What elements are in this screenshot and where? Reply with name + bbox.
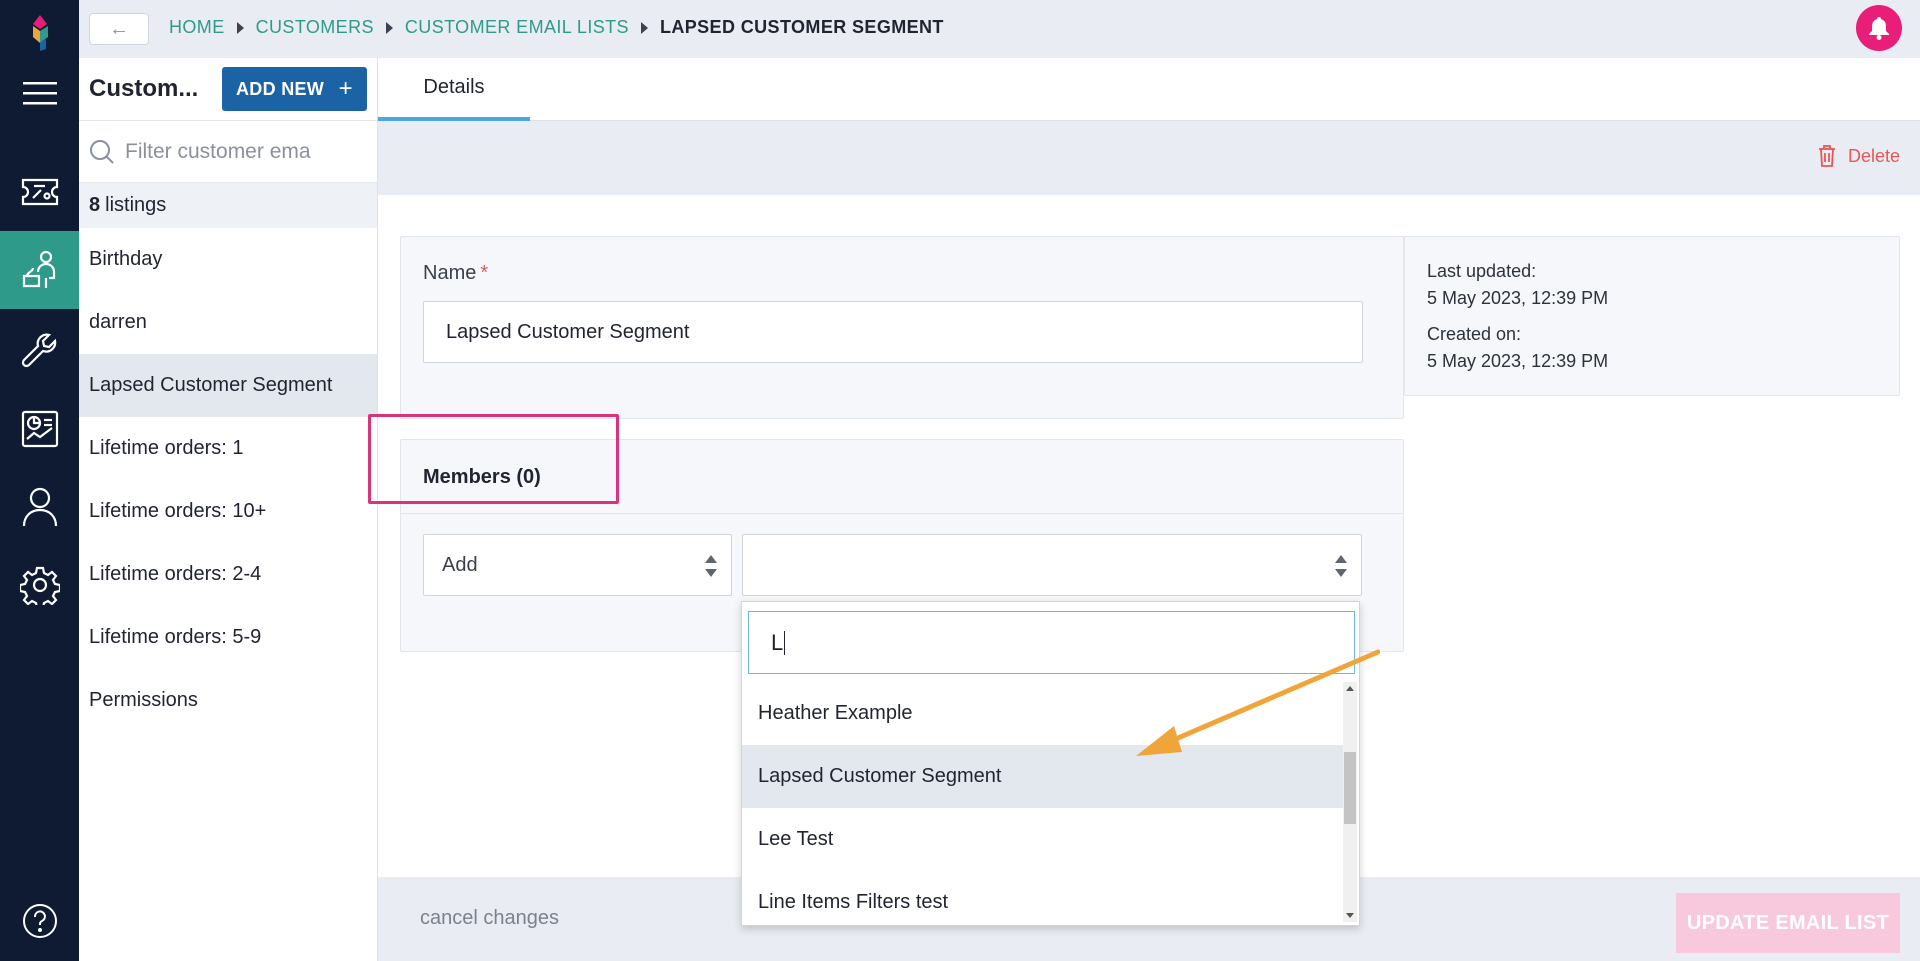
created-value: 5 May 2023, 12:39 PM <box>1427 351 1609 371</box>
breadcrumb-current: LAPSED CUSTOMER SEGMENT <box>659 17 944 37</box>
delete-button[interactable]: Delete <box>1818 145 1900 167</box>
listing-count-number: 8 <box>89 194 101 216</box>
bell-icon <box>1869 17 1889 40</box>
customers-icon[interactable] <box>0 231 79 309</box>
settings-icon[interactable] <box>0 546 79 624</box>
plus-icon: + <box>338 75 353 102</box>
ticket-icon[interactable] <box>0 153 79 231</box>
list-item[interactable]: darren <box>79 291 377 354</box>
add-new-label: ADD NEW <box>236 78 325 99</box>
list-item[interactable]: Birthday <box>79 228 377 291</box>
tab-details[interactable]: Details <box>378 58 530 121</box>
list-pane: Custom... ADD NEW + 8 listings Birthday … <box>79 58 378 961</box>
notifications-button[interactable] <box>1856 5 1902 51</box>
list-title: Custom... <box>89 75 199 102</box>
dropdown-search-value: L <box>771 629 784 655</box>
breadcrumb-customer-email-lists[interactable]: CUSTOMER EMAIL LISTS <box>405 17 629 38</box>
action-select[interactable]: Add <box>423 534 732 596</box>
list-item[interactable]: Lifetime orders: 10+ <box>79 480 377 543</box>
divider <box>401 513 1403 514</box>
meta-card: Last updated: 5 May 2023, 12:39 PM Creat… <box>1404 236 1900 396</box>
last-updated-value: 5 May 2023, 12:39 PM <box>1427 288 1609 308</box>
breadcrumb-customers[interactable]: CUSTOMERS <box>256 17 374 38</box>
menu-icon[interactable] <box>0 56 79 130</box>
annotation-arrow <box>1136 649 1380 756</box>
tab-bar: Details <box>378 58 1920 121</box>
back-arrow-icon: ← <box>109 17 129 40</box>
select-arrows-icon <box>705 555 717 577</box>
top-bar: ← HOME CUSTOMERS CUSTOMER EMAIL LISTS LA… <box>79 0 1920 58</box>
trash-icon <box>1818 145 1835 167</box>
text-caret <box>784 630 786 655</box>
dropdown-option[interactable]: Lee Test <box>742 808 1344 871</box>
list-search <box>79 120 377 183</box>
required-mark: * <box>480 262 489 284</box>
target-select[interactable] <box>742 534 1362 596</box>
scrollbar-thumb[interactable] <box>1344 752 1356 824</box>
user-icon[interactable] <box>0 468 79 546</box>
breadcrumb-separator-icon <box>236 21 244 34</box>
wrench-icon[interactable] <box>0 313 79 391</box>
name-label-text: Name <box>423 262 477 284</box>
action-select-value: Add <box>442 553 478 576</box>
action-bar: Delete <box>378 121 1920 195</box>
select-arrows-icon <box>1335 555 1347 577</box>
annotation-highlight-box <box>368 414 619 504</box>
list-header: Custom... ADD NEW + <box>79 58 377 120</box>
dropdown-option[interactable]: Line Items Filters test <box>742 871 1344 922</box>
search-icon <box>90 139 114 164</box>
list-item-selected[interactable]: Lapsed Customer Segment <box>79 354 377 417</box>
name-card: Name * Lapsed Customer Segment <box>400 236 1404 419</box>
list-item[interactable]: Permissions <box>79 669 377 732</box>
name-field[interactable]: Lapsed Customer Segment <box>423 301 1363 363</box>
list-item[interactable]: Lifetime orders: 5-9 <box>79 606 377 669</box>
breadcrumb-separator-icon <box>640 21 648 34</box>
app-rail <box>0 0 79 961</box>
list-item[interactable]: Lifetime orders: 2-4 <box>79 543 377 606</box>
name-label: Name * <box>423 262 488 285</box>
list-item[interactable]: Lifetime orders: 1 <box>79 417 377 480</box>
filter-input[interactable] <box>125 139 325 164</box>
cancel-changes-link[interactable]: cancel changes <box>420 907 559 930</box>
scroll-down-icon[interactable] <box>1346 913 1354 918</box>
add-new-button[interactable]: ADD NEW + <box>222 67 367 111</box>
breadcrumb-separator-icon <box>385 21 393 34</box>
breadcrumb: HOME CUSTOMERS CUSTOMER EMAIL LISTS LAPS… <box>169 17 944 38</box>
last-updated-label: Last updated: <box>1427 261 1537 281</box>
listing-count: 8 listings <box>79 183 377 228</box>
help-icon[interactable] <box>0 882 79 960</box>
back-button[interactable]: ← <box>89 13 149 45</box>
reports-icon[interactable] <box>0 390 79 468</box>
listing-count-label: listings <box>105 194 167 216</box>
created-label: Created on: <box>1427 324 1522 344</box>
update-email-list-button[interactable]: UPDATE EMAIL LIST <box>1676 893 1900 953</box>
delete-label: Delete <box>1847 145 1900 166</box>
breadcrumb-home[interactable]: HOME <box>169 17 225 38</box>
